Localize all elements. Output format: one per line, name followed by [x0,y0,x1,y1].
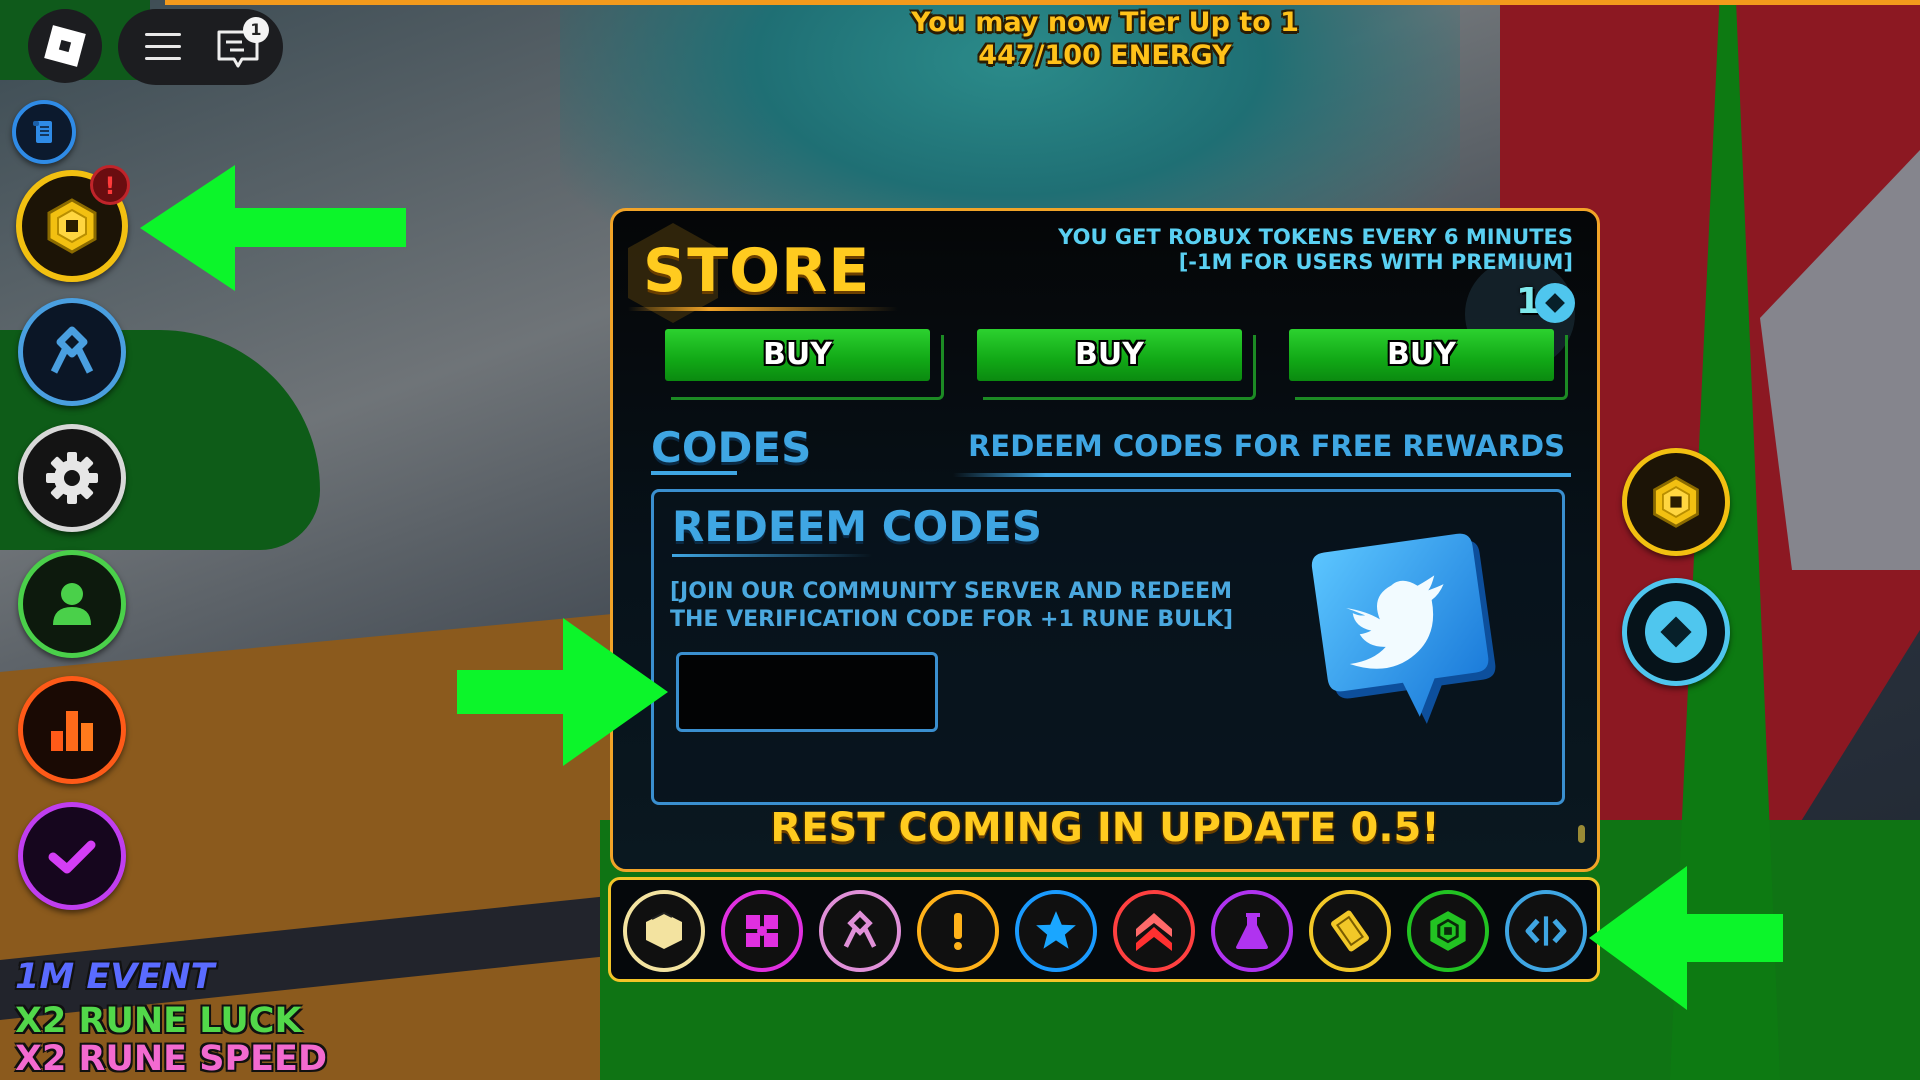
bar-item-crates[interactable] [721,890,803,972]
bar-item-favorites[interactable] [1015,890,1097,972]
store-item-1: BUY [665,329,944,400]
flask-icon [1236,913,1268,949]
right-item-token-currency[interactable] [1622,578,1730,686]
event-bonus-speed: X2 RUNE SPEED [15,1039,328,1079]
alert-badge: ! [90,165,130,205]
robux-hex-icon [47,198,97,254]
bottom-icon-bar [608,877,1600,982]
store-item-2: BUY [977,329,1256,400]
roblox-menu-button[interactable] [28,9,102,83]
annotation-arrow-left [1589,866,1783,1010]
buy-button-1[interactable]: BUY [665,329,930,381]
bar-item-codes[interactable] [1505,890,1587,972]
redeem-title-underline [672,554,872,557]
bar-item-alerts[interactable] [917,890,999,972]
store-panel: STORE YOU GET ROBUX TOKENS EVERY 6 MINUT… [610,208,1600,872]
user-icon [53,583,91,625]
robux-info-line1: YOU GET ROBUX TOKENS EVERY 6 MINUTES [1058,225,1573,249]
robux-token-info: YOU GET ROBUX TOKENS EVERY 6 MINUTES [-1… [1058,225,1573,275]
bar-item-potions[interactable] [1211,890,1293,972]
sidebar-item-quests[interactable] [12,100,76,164]
exclamation-icon [954,913,962,950]
codes-section-subtitle: REDEEM CODES FOR FREE REWARDS [968,429,1565,463]
store-title-underline [628,307,898,311]
hamburger-menu-icon[interactable] [145,33,181,61]
codes-subtitle-underline [953,473,1571,477]
event-bonus-luck: X2 RUNE LUCK [15,1001,302,1041]
annotation-arrow-left [140,165,406,291]
tier-up-line: You may now Tier Up to 1 [911,7,1299,38]
robux-hex-icon [1653,476,1699,528]
sidebar-item-stats[interactable] [18,676,126,784]
star-icon [1036,911,1076,949]
sidebar-item-runes[interactable] [18,298,126,406]
code-input[interactable] [676,652,938,732]
sidebar-item-profile[interactable] [18,550,126,658]
right-item-robux-currency[interactable] [1622,448,1730,556]
bar-item-box[interactable] [623,890,705,972]
topbar-pill: 1 [118,9,283,85]
diamond-token-icon [1645,601,1707,663]
rune-icon [50,326,94,374]
bar-chart-icon [51,711,93,751]
store-title: STORE [643,236,871,306]
twitter-icon [1311,533,1496,724]
redeem-codes-title: REDEEM CODES [672,502,1043,551]
event-title: 1M EVENT [15,957,215,997]
checkmark-icon [48,840,96,874]
redeem-codes-box: REDEEM CODES [JOIN OUR COMMUNITY SERVER … [651,489,1565,805]
bar-item-runes[interactable] [819,890,901,972]
bar-item-tickets[interactable] [1309,890,1391,972]
ticket-icon [1331,910,1369,952]
tier-up-message: You may now Tier Up to 1 447/100 ENERGY [700,6,1510,72]
roblox-logo-icon [44,25,86,67]
bar-item-upgrades[interactable] [1113,890,1195,972]
buy-button-2[interactable]: BUY [977,329,1242,381]
codes-underline [651,471,737,475]
scroll-icon [33,121,52,143]
bar-item-robux[interactable] [1407,890,1489,972]
robux-info-line2: [-1M FOR USERS WITH PREMIUM] [1178,250,1573,274]
robux-hex-icon [1430,911,1466,951]
sidebar-item-settings[interactable] [18,424,126,532]
crates-icon [746,915,778,947]
diamond-token-icon [1535,283,1575,323]
gear-icon [46,452,98,504]
chat-notification-badge: 1 [243,17,269,43]
redeem-description-line1: [JOIN OUR COMMUNITY SERVER AND REDEEM [670,579,1233,604]
redeem-description: [JOIN OUR COMMUNITY SERVER AND REDEEM TH… [670,578,1310,634]
store-item-3: BUY [1289,329,1568,400]
update-notice: REST COMING IN UPDATE 0.5! [770,805,1440,851]
annotation-arrow-right [457,618,668,766]
codes-section-title: CODES [651,423,812,472]
energy-line: 447/100 ENERGY [978,40,1232,71]
box-icon [646,911,682,949]
sidebar-item-tasks[interactable] [18,802,126,910]
redeem-description-line2: THE VERIFICATION CODE FOR +1 RUNE BULK] [670,607,1234,632]
double-chevron-up-icon [1136,913,1172,951]
buy-button-3[interactable]: BUY [1289,329,1554,381]
code-icon [1525,916,1567,946]
scrollbar[interactable] [1578,825,1585,843]
rune-icon [843,910,877,948]
